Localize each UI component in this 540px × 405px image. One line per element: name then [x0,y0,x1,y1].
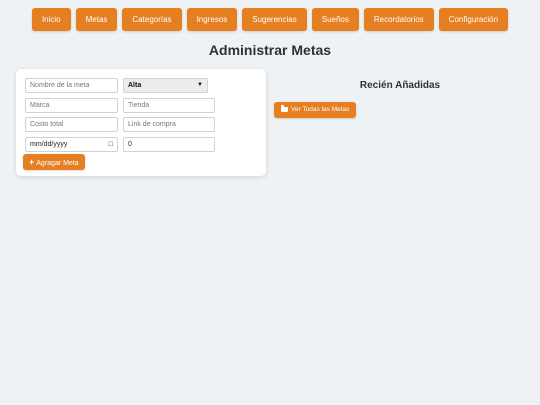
nav-ingresos-button[interactable]: Ingresos [186,8,238,31]
calendar-icon[interactable]: □ [109,138,113,151]
view-all-goals-label: Ver Todas las Metas [291,106,350,113]
brand-input[interactable]: Marca [25,98,118,113]
priority-selected-value: Alta [128,82,142,89]
nav-recordatorios-button[interactable]: Recordatorios [363,8,434,31]
plus-icon: + [29,157,35,167]
nav-configuracion-button[interactable]: Configuración [438,8,509,31]
recent-section-title: Recién Añadidas [359,80,441,91]
total-cost-input[interactable]: Costo total [25,117,118,132]
chevron-down-icon: ▼ [197,82,203,88]
view-all-goals-button[interactable]: Ver Todas las Metas [274,102,357,118]
nav-sugerencias-button[interactable]: Sugerencias [242,8,307,31]
page-title: Administrar Metas [208,42,332,58]
folder-icon [281,105,288,112]
quantity-input[interactable]: 0 [123,137,215,152]
top-nav: Inicio Metas Categorías Ingresos Sugeren… [0,8,540,31]
nav-metas-button[interactable]: Metas [75,8,118,31]
priority-select[interactable]: Alta ▼ [123,78,208,93]
add-goal-label: Agragar Meta [36,160,79,167]
date-input[interactable]: mm/dd/yyyy □ [25,137,118,152]
purchase-link-input[interactable]: Link de compra [123,117,215,132]
nav-inicio-button[interactable]: Inicio [31,8,71,31]
nav-suenos-button[interactable]: Sueños [311,8,359,31]
goal-name-input[interactable]: Nombre de la meta [25,78,118,93]
nav-categorias-button[interactable]: Categorías [122,8,182,31]
store-input[interactable]: Tienda [123,98,215,113]
add-goal-button[interactable]: + Agragar Meta [23,154,85,170]
date-placeholder: mm/dd/yyyy [30,141,68,148]
add-goal-form-card: Nombre de la meta Alta ▼ Marca Tienda Co… [16,69,266,176]
